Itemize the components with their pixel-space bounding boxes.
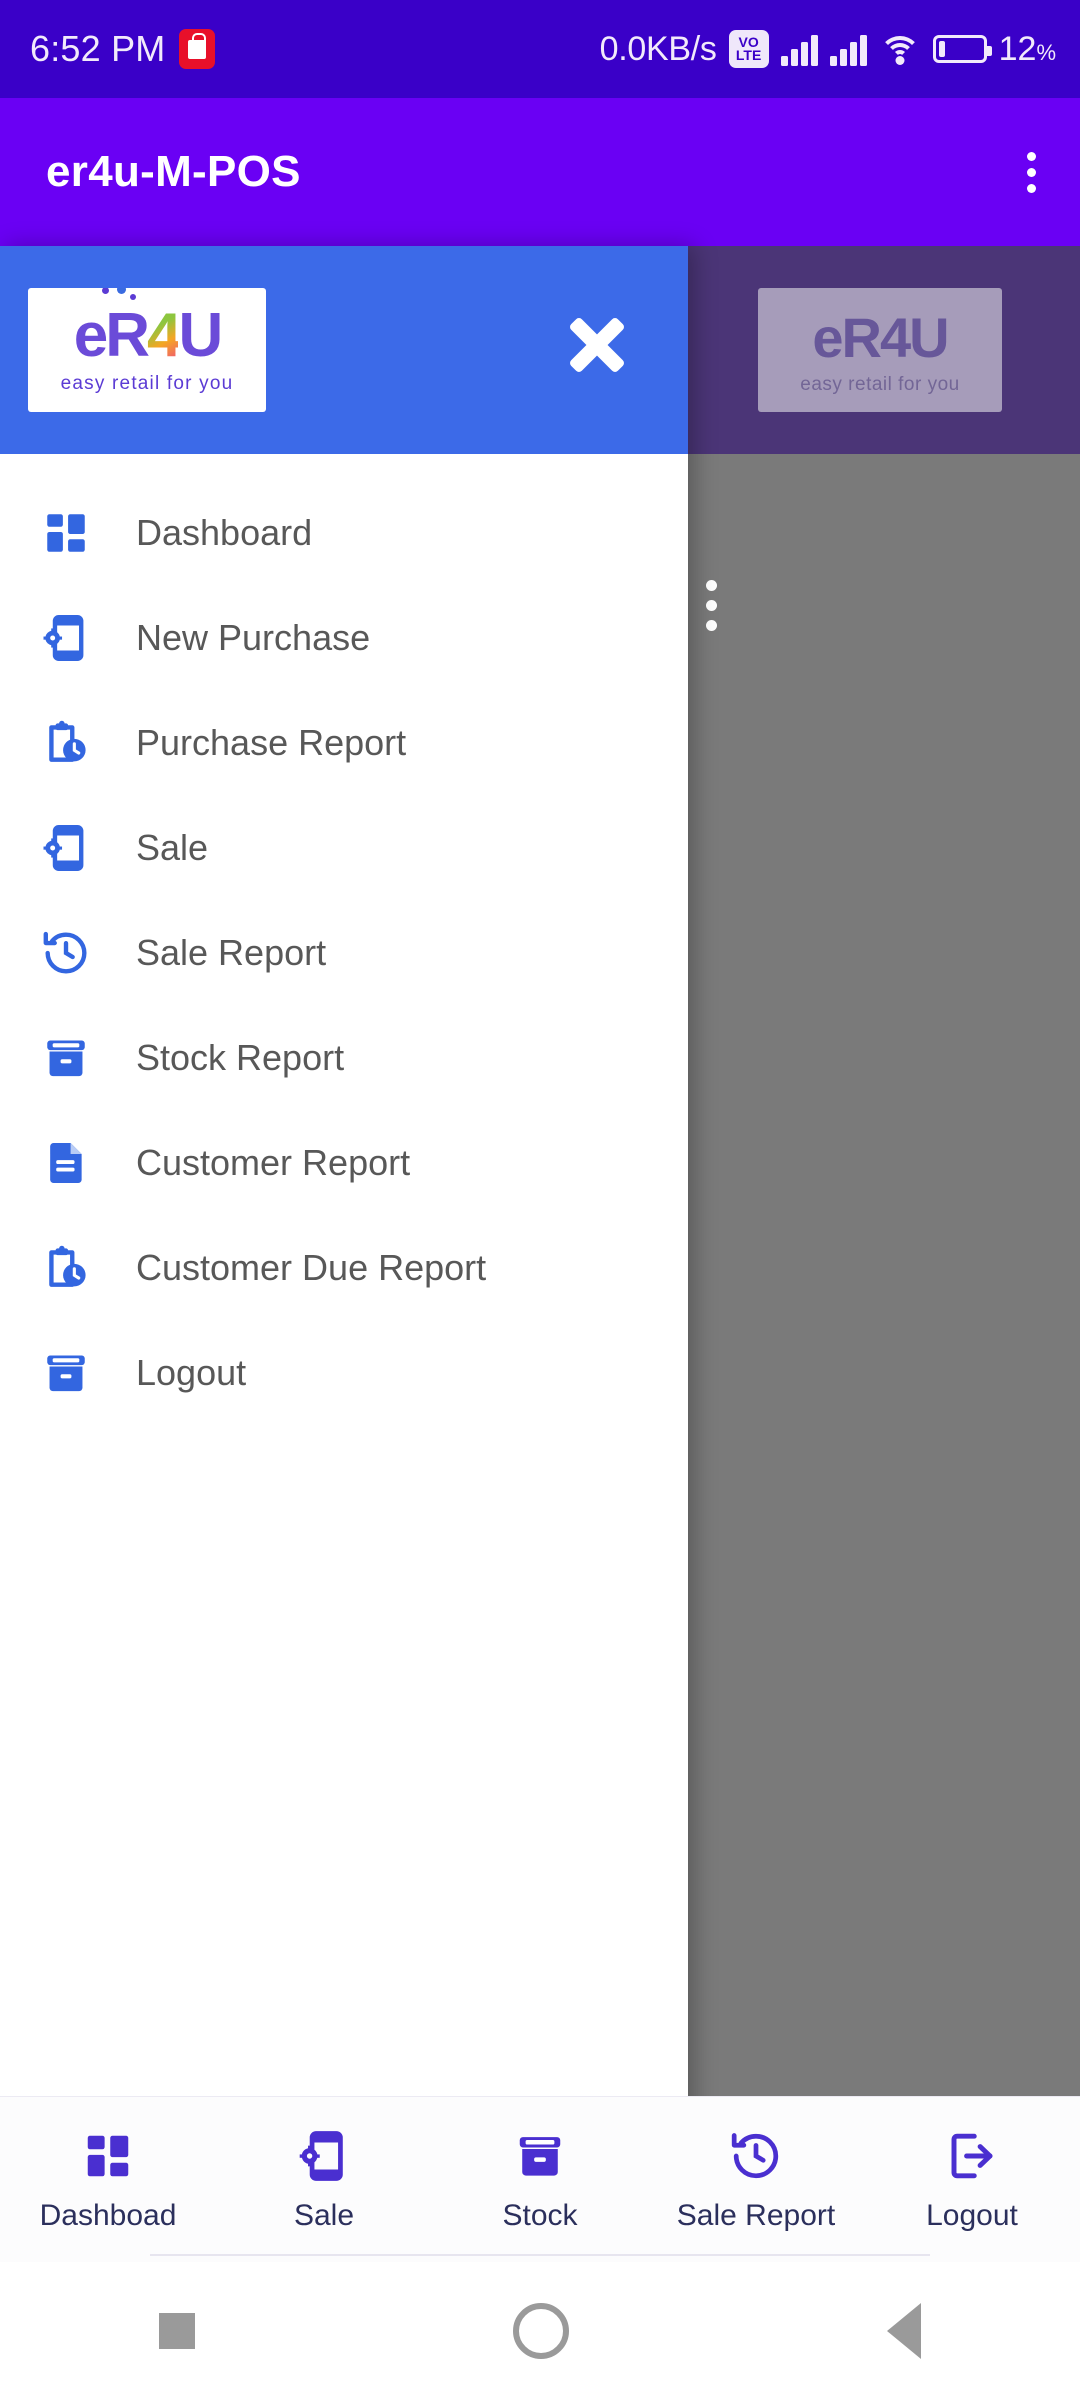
- history-clock-icon: [727, 2127, 785, 2185]
- wifi-icon: [878, 32, 921, 66]
- drawer-item-customer-due-report[interactable]: Customer Due Report: [0, 1215, 688, 1320]
- drawer-item-stock-report[interactable]: Stock Report: [0, 1005, 688, 1110]
- status-bar-left: 6:52 PM: [30, 28, 216, 70]
- bottom-nav-label: Logout: [926, 2198, 1018, 2232]
- logo-tagline: easy retail for you: [60, 373, 234, 394]
- navigation-drawer: e R 4 U easy retail for you Dashboard Ne…: [0, 246, 688, 2358]
- drawer-item-label: Dashboard: [136, 511, 313, 553]
- bottom-nav-dashboard[interactable]: Dashboad: [0, 2127, 216, 2233]
- bottom-navigation-bar: Dashboad Sale Stock Sale Report Logout: [0, 2096, 1080, 2262]
- drawer-item-label: Sale: [136, 826, 209, 868]
- drawer-item-label: Stock Report: [136, 1036, 345, 1078]
- dashboard-grid-icon: [38, 505, 94, 561]
- clipboard-clock-icon: [38, 715, 94, 771]
- status-time: 6:52 PM: [30, 28, 166, 69]
- phone-gear-icon: [38, 820, 94, 876]
- bottom-nav-stock[interactable]: Stock: [432, 2127, 648, 2233]
- drawer-item-label: Customer Due Report: [136, 1246, 487, 1288]
- status-bar: 6:52 PM 0.0KB/s VO LTE 12%: [0, 0, 1080, 98]
- battery-icon: [932, 35, 992, 63]
- drawer-item-sale-report[interactable]: Sale Report: [0, 900, 688, 1005]
- status-bar-right: 0.0KB/s VO LTE 12%: [600, 30, 1056, 69]
- signal-bars-icon-sim1: [780, 32, 818, 66]
- bottom-nav-logout[interactable]: Logout: [864, 2127, 1080, 2233]
- app-bar: er4u-M-POS: [0, 98, 1080, 246]
- drawer-item-sale[interactable]: Sale: [0, 795, 688, 900]
- drawer-item-customer-report[interactable]: Customer Report: [0, 1110, 688, 1215]
- logo-letter-e: e: [73, 301, 109, 370]
- background-kebab-menu-icon: [706, 580, 717, 631]
- drawer-item-new-purchase[interactable]: New Purchase: [0, 585, 688, 690]
- archive-box-icon: [38, 1030, 94, 1086]
- drawer-item-label: Sale Report: [136, 931, 327, 973]
- clipboard-clock-icon: [38, 1240, 94, 1296]
- logo-dots-icon: [100, 288, 144, 307]
- shopping-bag-icon: [179, 29, 216, 69]
- history-clock-icon: [38, 925, 94, 981]
- bottom-nav-label: Sale: [293, 2198, 355, 2232]
- bottom-nav-label: Dashboad: [39, 2198, 177, 2232]
- document-icon: [38, 1135, 94, 1191]
- bottom-nav-sale[interactable]: Sale: [216, 2127, 432, 2233]
- phone-gear-icon: [38, 610, 94, 666]
- system-navigation-bar: [0, 2262, 1080, 2400]
- drawer-item-dashboard[interactable]: Dashboard: [0, 480, 688, 585]
- page-title: er4u-M-POS: [46, 147, 301, 196]
- logo-digit-4: 4: [147, 301, 182, 370]
- drawer-item-purchase-report[interactable]: Purchase Report: [0, 690, 688, 795]
- network-speed-text: 0.0KB/s: [599, 29, 717, 68]
- archive-box-icon: [38, 1345, 94, 1401]
- er4u-logo: e R 4 U easy retail for you: [28, 288, 266, 412]
- circle-home-icon[interactable]: [513, 2303, 569, 2359]
- drawer-menu-list: Dashboard New Purchase Purchase Report S…: [0, 454, 688, 2320]
- phone-gear-icon: [295, 2127, 353, 2185]
- drawer-item-label: Purchase Report: [136, 721, 407, 763]
- bottom-nav-sale-report[interactable]: Sale Report: [648, 2127, 864, 2233]
- drawer-item-label: Logout: [136, 1351, 247, 1393]
- background-logo-tagline: easy retail for you: [800, 373, 960, 395]
- logo-letter-u: U: [178, 301, 223, 370]
- bottom-nav-label: Stock: [502, 2198, 578, 2232]
- drawer-header: e R 4 U easy retail for you: [0, 246, 688, 454]
- signal-bars-icon-sim2: [829, 32, 867, 66]
- background-logo-text: eR4U: [812, 305, 949, 369]
- dashboard-grid-icon: [79, 2127, 137, 2185]
- logo-wordmark: e R 4 U: [73, 288, 223, 370]
- archive-box-icon: [511, 2127, 569, 2185]
- drawer-item-logout[interactable]: Logout: [0, 1320, 688, 1425]
- kebab-menu-icon[interactable]: [1027, 151, 1036, 193]
- square-recents-icon[interactable]: [159, 2313, 195, 2349]
- battery-percent: 12%: [998, 29, 1056, 68]
- triangle-back-icon[interactable]: [887, 2303, 921, 2359]
- drawer-item-label: New Purchase: [136, 616, 371, 658]
- volte-icon: VO LTE: [728, 30, 769, 68]
- volte-bottom-text: LTE: [735, 47, 762, 63]
- bottom-nav-divider: [150, 2254, 930, 2256]
- phone-screen: 6:52 PM 0.0KB/s VO LTE 12% er4u-M-POS eR…: [0, 0, 1080, 2400]
- logout-arrow-icon: [943, 2127, 1001, 2185]
- close-x-icon[interactable]: [560, 308, 634, 382]
- drawer-item-label: Customer Report: [136, 1141, 411, 1183]
- bottom-nav-label: Sale Report: [676, 2198, 836, 2232]
- logo-letter-r: R: [105, 301, 150, 370]
- background-logo: eR4U easy retail for you: [758, 288, 1002, 412]
